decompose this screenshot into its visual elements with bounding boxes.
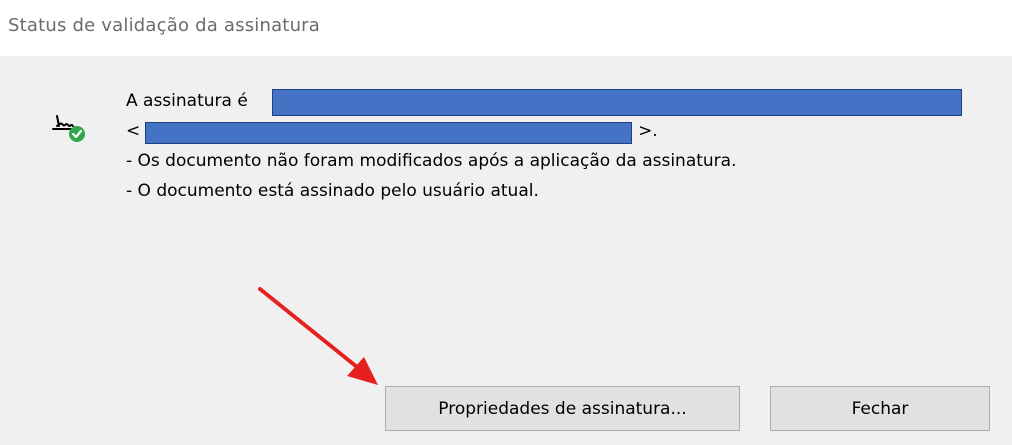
signature-valid-icon [52,115,85,142]
redacted-email [145,122,632,144]
title-bar: Status de validação da assinatura [0,0,1012,56]
close-button[interactable]: Fechar [770,386,990,431]
window-title: Status de validação da assinatura [8,15,321,36]
red-arrow-annotation [258,287,378,385]
dialog-body: A assinatura é < >. - Os documento não f… [0,56,1012,445]
message-line-4: - O documento está assinado pelo usuário… [126,181,539,201]
message-line-1: A assinatura é [126,91,248,111]
email-open-bracket: < [126,121,141,141]
message-line-3: - Os documento não foram modificados apó… [126,151,737,171]
signature-properties-button[interactable]: Propriedades de assinatura... [385,386,740,431]
redacted-signer-info [272,89,962,116]
email-close-bracket: >. [638,121,658,141]
message-line-1-text: A assinatura é [126,91,248,111]
